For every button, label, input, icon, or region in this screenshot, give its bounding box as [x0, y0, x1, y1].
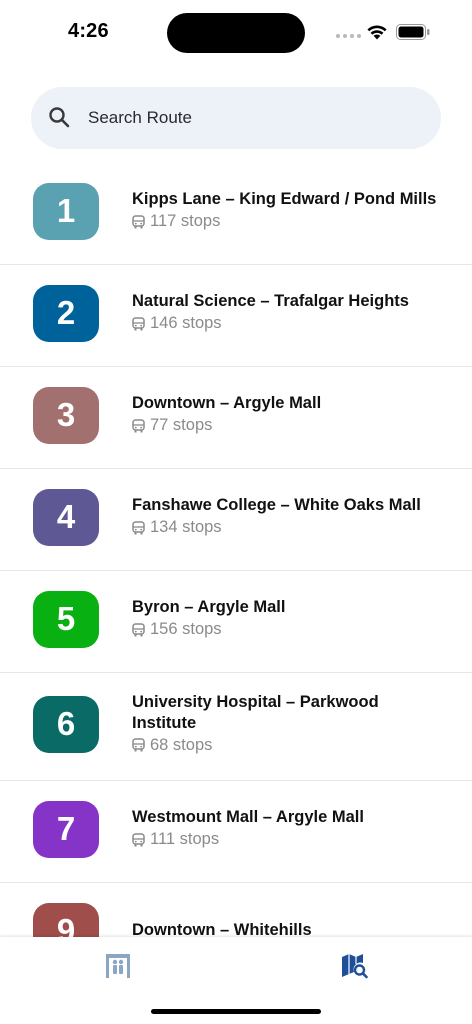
route-stops: 134 stops: [132, 518, 442, 537]
route-stops-label: 77 stops: [150, 416, 213, 434]
route-stops-label: 156 stops: [150, 620, 222, 638]
route-number-badge: 5: [33, 590, 99, 648]
search-input[interactable]: [88, 106, 408, 130]
route-text: Fanshawe College – White Oaks Mall 134 st…: [132, 495, 442, 537]
route-number-badge: 9: [33, 902, 99, 937]
route-name: Fanshawe College – White Oaks Mall: [132, 496, 421, 514]
route-stops-label: 146 stops: [150, 314, 222, 332]
route-name: Byron – Argyle Mall: [132, 598, 286, 616]
route-item[interactable]: 2 Natural Science – Trafalgar Heights 146 …: [0, 265, 472, 367]
route-stops: 111 stops: [132, 830, 442, 849]
route-text: Westmount Mall – Argyle Mall 111 stops: [132, 807, 442, 849]
battery-icon: [396, 24, 430, 40]
route-name: Downtown – Argyle Mall: [132, 394, 322, 412]
route-stops: 117 stops: [132, 212, 442, 231]
bus-icon: [132, 520, 145, 535]
route-text: University Hospital – Parkwood Institute…: [132, 692, 442, 755]
route-name: Westmount Mall – Argyle Mall: [132, 808, 364, 826]
route-number-badge: 6: [33, 695, 99, 753]
route-number-badge: 4: [33, 488, 99, 546]
route-item[interactable]: 5 Byron – Argyle Mall 156 stops: [0, 571, 472, 673]
route-number-badge: 1: [33, 182, 99, 240]
route-stops-label: 134 stops: [150, 518, 222, 536]
route-text: Byron – Argyle Mall 156 stops: [132, 597, 442, 639]
status-time: 4:26: [68, 20, 109, 42]
bus-icon: [132, 622, 145, 637]
route-stops-label: 117 stops: [150, 212, 221, 230]
bus-icon: [132, 316, 145, 331]
route-item[interactable]: 6 University Hospital – Parkwood Institut…: [0, 673, 472, 781]
route-stops: 68 stops: [132, 736, 442, 755]
route-text: Downtown – Argyle Mall 77 stops: [132, 393, 442, 435]
route-item[interactable]: 7 Westmount Mall – Argyle Mall 111 stops: [0, 781, 472, 883]
wifi-icon: [367, 25, 387, 40]
route-name: University Hospital – Parkwood Institute: [132, 692, 379, 732]
route-stops-label: 111 stops: [150, 830, 220, 848]
dynamic-island: [167, 13, 305, 53]
route-item[interactable]: 4 Fanshawe College – White Oaks Mall 134 s…: [0, 469, 472, 571]
route-stops: 156 stops: [132, 620, 442, 639]
route-stops-label: 68 stops: [150, 735, 213, 754]
map-search-icon: [342, 954, 368, 979]
route-item[interactable]: 9 Downtown – Whitehills: [0, 883, 472, 937]
route-text: Downtown – Whitehills: [132, 920, 442, 938]
route-item[interactable]: 3 Downtown – Argyle Mall 77 stops: [0, 367, 472, 469]
route-text: Kipps Lane – King Edward / Pond Mills 117…: [132, 189, 442, 231]
route-stops: 146 stops: [132, 314, 442, 333]
bus-icon: [132, 738, 145, 752]
route-name: Kipps Lane – King Edward / Pond Mills: [132, 190, 437, 208]
route-text: Natural Science – Trafalgar Heights 146 s…: [132, 291, 442, 333]
route-number-badge: 3: [33, 386, 99, 444]
route-stops: 77 stops: [132, 416, 442, 435]
route-number-badge: 7: [33, 800, 99, 858]
bus-stop-icon: [106, 954, 130, 978]
bus-icon: [132, 214, 145, 229]
home-indicator: [151, 1009, 321, 1014]
route-name: Downtown – Whitehills: [132, 920, 312, 938]
cellular-signal-icon: [336, 34, 361, 38]
bus-icon: [132, 832, 145, 847]
search-icon: [49, 107, 70, 128]
routes-tab[interactable]: [338, 951, 370, 981]
route-item[interactable]: 1 Kipps Lane – King Edward / Pond Mills 11…: [0, 163, 472, 265]
bus-icon: [132, 418, 145, 433]
route-number-badge: 2: [33, 284, 99, 342]
route-name: Natural Science – Trafalgar Heights: [132, 292, 409, 310]
route-list: 1 Kipps Lane – King Edward / Pond Mills 11…: [0, 163, 472, 937]
stops-tab[interactable]: [102, 951, 134, 981]
status-bar: 4:26: [0, 0, 472, 64]
